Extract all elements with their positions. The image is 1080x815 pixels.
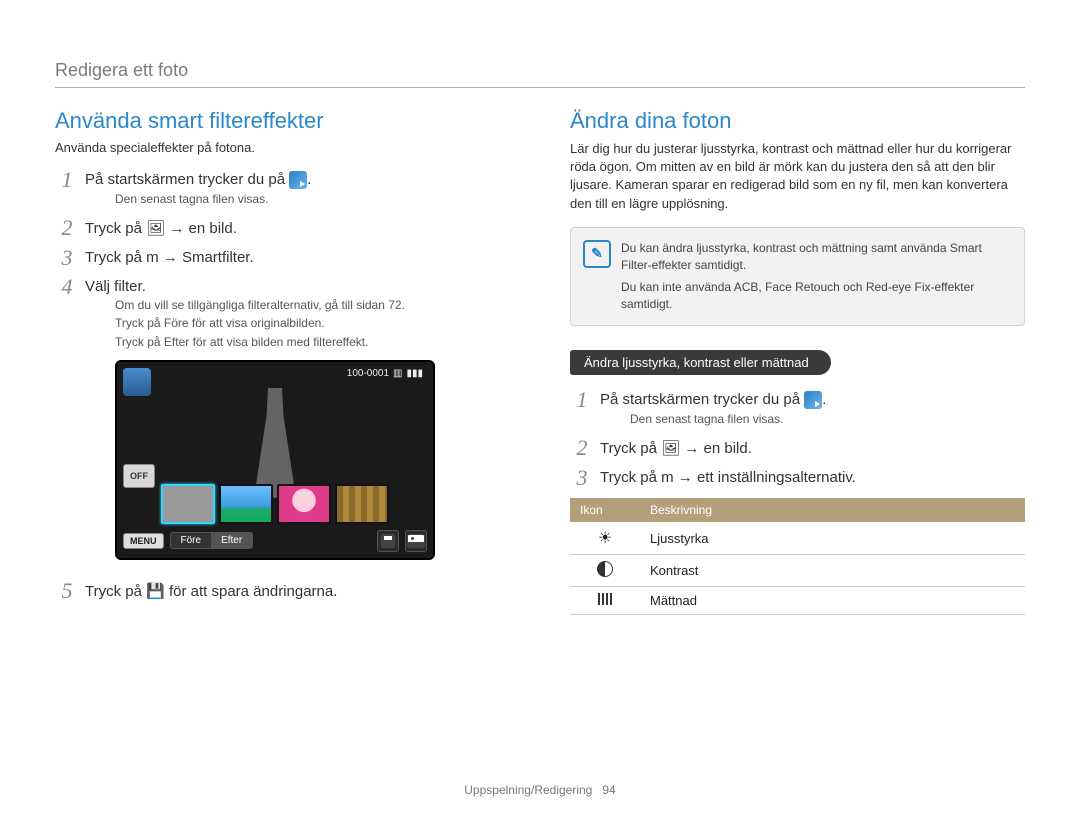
icon-table: Ikon Beskrivning Ljusstyrka Kontrast — [570, 498, 1025, 615]
table-row: Mättnad — [570, 587, 1025, 615]
camera-screen-mock: 100-0001 ▥ ▮▮▮ OFF — [115, 360, 435, 560]
image-counter: 100-0001 — [347, 368, 389, 379]
after-tab[interactable]: Efter — [211, 533, 252, 548]
step-4-note-b: Tryck på Före för att visa originalbilde… — [115, 315, 510, 331]
right-intro: Lär dig hur du justerar ljusstyrka, kont… — [570, 140, 1025, 213]
filter-mode-icon — [123, 368, 151, 396]
r-step-1: På startskärmen trycker du på . Den sena… — [570, 385, 1025, 433]
page-footer: Uppspelning/Redigering 94 — [0, 783, 1080, 797]
filter-thumbnails — [161, 484, 389, 524]
left-title: Använda smart filtereffekter — [55, 108, 510, 134]
step-2: Tryck på 🖼 → en bild. — [55, 213, 510, 243]
step-4-note-c: Tryck på Efter för att visa bilden med f… — [115, 334, 510, 350]
thumb-3[interactable] — [277, 484, 331, 524]
step-4-text: Välj filter. — [85, 278, 146, 295]
step-3-text: Tryck på m → Smartfilter. — [85, 249, 254, 266]
info-icon: ✎ — [583, 240, 611, 268]
right-title: Ändra dina foton — [570, 108, 1025, 134]
manual-page: Redigera ett foto Använda smart filteref… — [0, 0, 1080, 815]
table-row: Ljusstyrka — [570, 522, 1025, 555]
info-text: Du kan ändra ljusstyrka, kontrast och mä… — [621, 240, 1012, 313]
step-4: Välj filter. Om du vill se tillgängliga … — [55, 272, 510, 576]
info-line-1: Du kan ändra ljusstyrka, kontrast och mä… — [621, 240, 1012, 274]
r-step-1-note: Den senast tagna filen visas. — [630, 411, 1025, 427]
cam-bottom-bar: MENU Före Efter — [123, 530, 427, 552]
step-1-text: På startskärmen trycker du på — [85, 171, 289, 188]
before-after-toggle[interactable]: Före Efter — [170, 532, 254, 549]
step-4-note-a: Om du vill se tillgängliga filteralterna… — [115, 297, 510, 313]
saturation-icon — [598, 593, 612, 605]
th-desc: Beskrivning — [640, 498, 1025, 522]
playback-app-icon — [289, 171, 307, 189]
step-1-note: Den senast tagna filen visas. — [115, 191, 510, 207]
two-column-layout: Använda smart filtereffekter Använda spe… — [55, 108, 1025, 615]
footer-section: Uppspelning/Redigering — [464, 783, 592, 797]
info-line-2: Du kan inte använda ACB, Face Retouch oc… — [621, 279, 1012, 313]
r-step-2-text: Tryck på 🖼 → en bild. — [600, 440, 752, 457]
row-contrast: Kontrast — [640, 555, 1025, 587]
r-step-2: Tryck på 🖼 → en bild. — [570, 433, 1025, 463]
thumb-2[interactable] — [219, 484, 273, 524]
right-steps: På startskärmen trycker du på . Den sena… — [570, 385, 1025, 492]
step-1: På startskärmen trycker du på . Den sena… — [55, 165, 510, 213]
step-2-text: Tryck på 🖼 → en bild. — [85, 220, 237, 237]
image-icon[interactable] — [405, 530, 427, 552]
r-step-1-text: På startskärmen trycker du på — [600, 391, 804, 408]
footer-page: 94 — [602, 783, 615, 797]
info-box: ✎ Du kan ändra ljusstyrka, kontrast och … — [570, 227, 1025, 326]
row-saturation: Mättnad — [640, 587, 1025, 615]
step-3: Tryck på m → Smartfilter. — [55, 243, 510, 272]
cam-preview — [177, 390, 373, 498]
r-step-3: Tryck på m → ett inställningsalternativ. — [570, 463, 1025, 492]
menu-button[interactable]: MENU — [123, 533, 164, 549]
left-subtitle: Använda specialeffekter på fotona. — [55, 140, 510, 155]
step-5-text: Tryck på 💾 för att spara ändringarna. — [85, 583, 337, 600]
row-brightness: Ljusstyrka — [640, 522, 1025, 555]
off-badge: OFF — [123, 464, 155, 488]
memory-icon: ▥ — [393, 368, 402, 379]
before-tab[interactable]: Före — [171, 533, 212, 548]
step-5: Tryck på 💾 för att spara ändringarna. — [55, 576, 510, 606]
cam-status-bar: 100-0001 ▥ ▮▮▮ — [347, 368, 423, 379]
r-step-3-text: Tryck på m → ett inställningsalternativ. — [600, 469, 856, 486]
person-silhouette — [240, 388, 310, 498]
thumb-1[interactable] — [161, 484, 215, 524]
playback-app-icon — [804, 391, 822, 409]
page-header: Redigera ett foto — [55, 60, 1025, 88]
left-steps: På startskärmen trycker du på . Den sena… — [55, 165, 510, 606]
contrast-icon — [597, 561, 613, 577]
cam-left-icons — [123, 368, 151, 396]
left-column: Använda smart filtereffekter Använda spe… — [55, 108, 510, 615]
thumb-4[interactable] — [335, 484, 389, 524]
right-column: Ändra dina foton Lär dig hur du justerar… — [570, 108, 1025, 615]
table-row: Kontrast — [570, 555, 1025, 587]
brightness-icon — [598, 530, 612, 547]
save-icon[interactable] — [377, 530, 399, 552]
th-icon: Ikon — [570, 498, 640, 522]
battery-icon: ▮▮▮ — [406, 368, 423, 379]
subsection-pill: Ändra ljusstyrka, kontrast eller mättnad — [570, 350, 831, 375]
